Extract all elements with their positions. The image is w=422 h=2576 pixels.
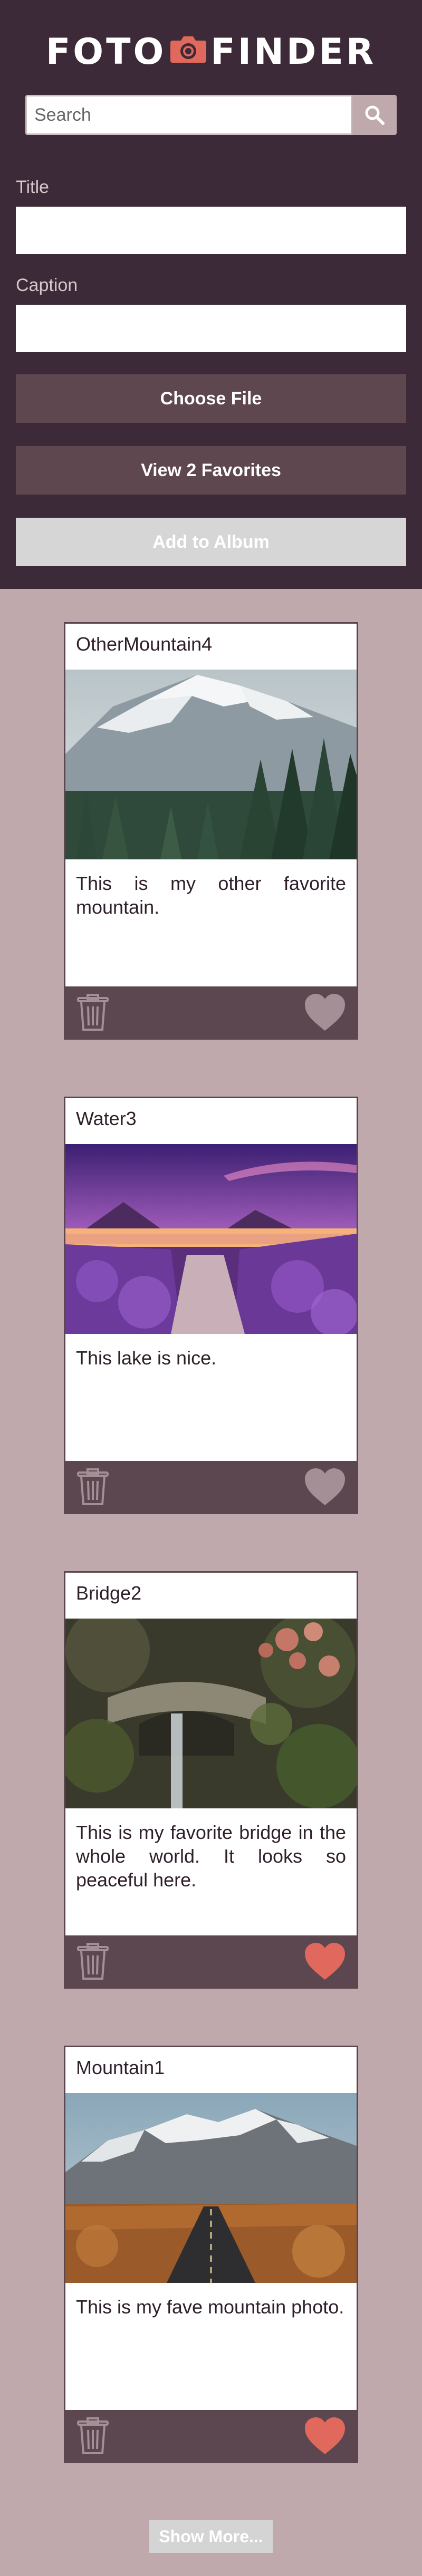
card-photo-road-mountain [65, 2093, 357, 2283]
card-title[interactable]: OtherMountain4 [76, 633, 212, 655]
add-to-album-button[interactable]: Add to Album [16, 518, 406, 566]
search-icon [365, 105, 385, 125]
trash-icon[interactable] [75, 994, 111, 1032]
app-logo: FOTO FINDER [0, 31, 422, 73]
card-title[interactable]: Water3 [76, 1108, 137, 1130]
card-caption[interactable]: This is my favorite bridge in the whole … [76, 1820, 346, 1892]
trash-icon[interactable] [75, 2417, 111, 2455]
title-label: Title [16, 177, 49, 197]
logo-text-finder: FINDER [210, 31, 377, 73]
camera-icon [169, 31, 207, 73]
heart-icon[interactable] [303, 2415, 347, 2456]
heart-icon[interactable] [303, 1466, 347, 1507]
card-photo-bridge [65, 1619, 357, 1808]
card-footer [65, 2410, 357, 2462]
card-caption[interactable]: This is my other favorite mountain. [76, 871, 346, 919]
caption-input[interactable] [16, 305, 406, 352]
search-button[interactable] [352, 95, 397, 135]
photo-card: Bridge2 This is my favorite bridge in th… [64, 1571, 358, 1989]
card-footer [65, 986, 357, 1038]
card-caption[interactable]: This is my fave mountain photo. [76, 2295, 346, 2319]
card-title[interactable]: Mountain1 [76, 2057, 165, 2079]
search-bar [25, 95, 397, 135]
heart-icon[interactable] [303, 992, 347, 1033]
trash-icon[interactable] [75, 1943, 111, 1981]
photo-card: OtherMountain4 This is my other favorite… [64, 622, 358, 1040]
view-favorites-button[interactable]: View 2 Favorites [16, 446, 406, 495]
card-caption[interactable]: This lake is nice. [76, 1346, 346, 1370]
header: FOTO FINDER Title Caption Choose File Vi… [0, 0, 422, 589]
show-more-button[interactable]: Show More... [149, 2520, 273, 2553]
trash-icon[interactable] [75, 1468, 111, 1506]
choose-file-button[interactable]: Choose File [16, 374, 406, 423]
card-photo-lake [65, 1144, 357, 1334]
title-input[interactable] [16, 207, 406, 254]
caption-label: Caption [16, 275, 78, 295]
photo-card: Water3 This lake is nice. [64, 1097, 358, 1514]
photo-card: Mountain1 This is my fave mountain photo… [64, 2046, 358, 2463]
card-photo-mountain [65, 670, 357, 859]
card-footer [65, 1935, 357, 1987]
card-title[interactable]: Bridge2 [76, 1582, 141, 1604]
heart-icon[interactable] [303, 1941, 347, 1982]
logo-text-foto: FOTO [45, 31, 167, 73]
card-footer [65, 1461, 357, 1513]
search-input[interactable] [25, 95, 352, 135]
